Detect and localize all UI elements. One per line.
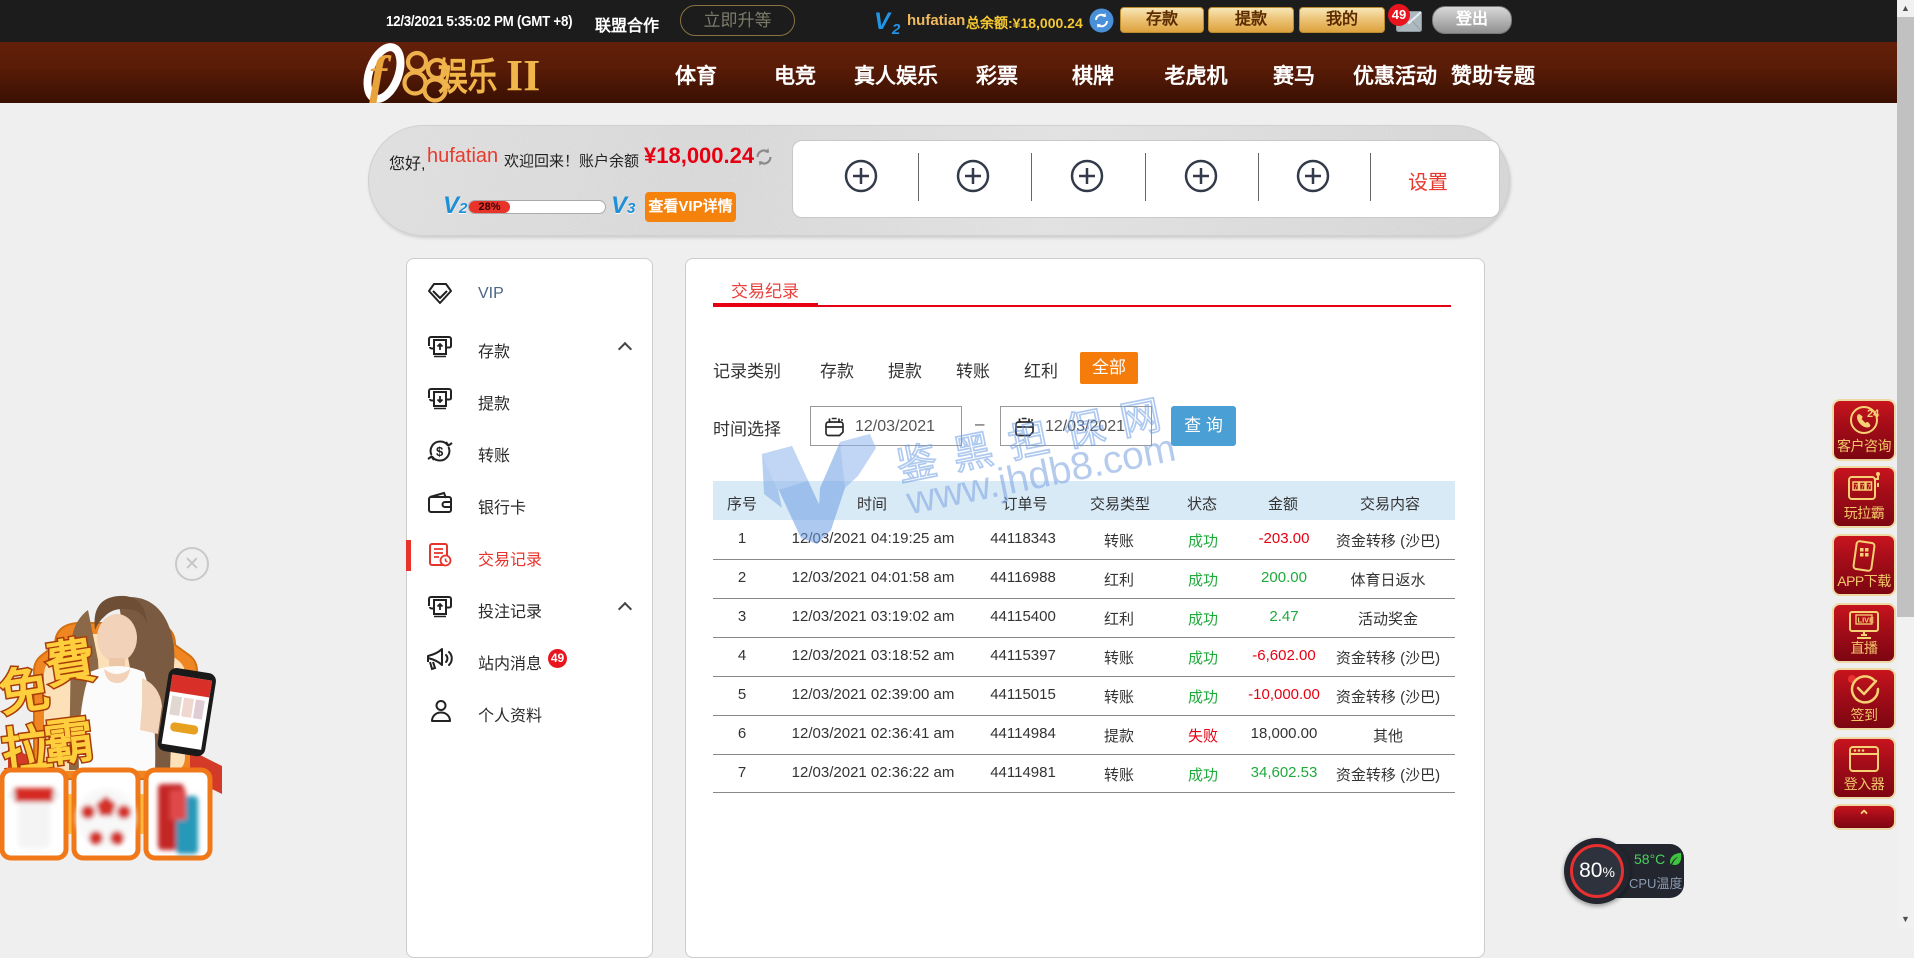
svg-text:娱乐: 娱乐 [438,57,497,99]
svg-text:2: 2 [891,21,901,35]
svg-text:7: 7 [1861,484,1865,491]
svg-text:霸: 霸 [41,711,97,773]
svg-text:24: 24 [1867,408,1880,420]
svg-text:V: V [874,8,892,35]
svg-text:LIVE: LIVE [1858,616,1875,625]
svg-text:7: 7 [1854,484,1858,491]
svg-text:II: II [506,51,540,100]
svg-text:$: $ [436,444,444,459]
svg-text:費: 費 [41,632,99,695]
svg-text:7: 7 [1867,484,1871,491]
